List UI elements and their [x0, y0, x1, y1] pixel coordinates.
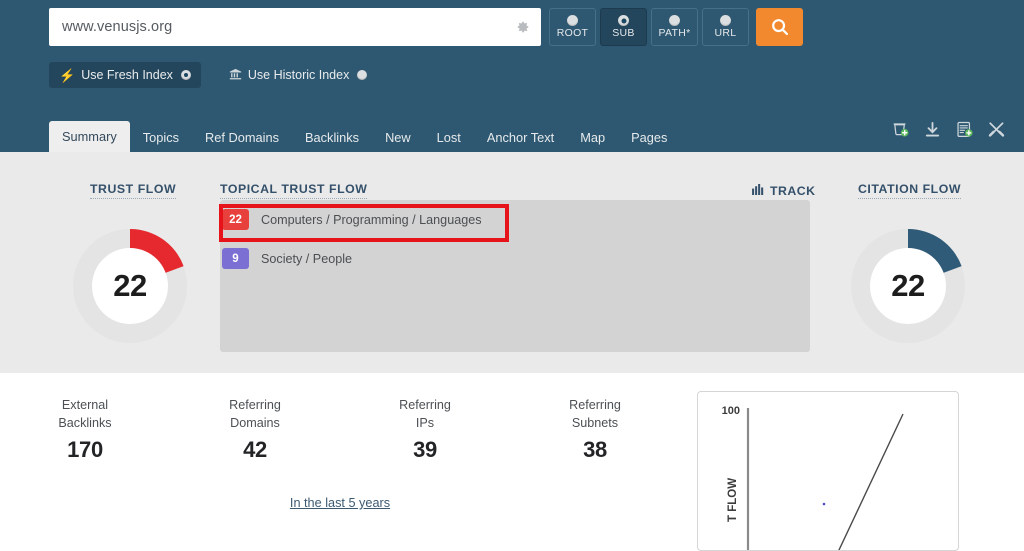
radio-dot-icon: [567, 15, 578, 27]
chart-y-tick-label: 100: [722, 405, 740, 417]
chart-data-point: [822, 502, 826, 506]
app-header: www.venusjs.org ROOT SUB PATH* URL ⚡ Use…: [0, 0, 1024, 152]
use-fresh-index-button[interactable]: ⚡ Use Fresh Index: [49, 62, 201, 88]
scope-option-label: PATH*: [658, 27, 691, 40]
topical-trust-flow-panel: 22 Computers / Programming / Languages 9…: [220, 200, 810, 352]
stat-label-line2: Backlinks: [58, 416, 112, 430]
radio-dot-icon: [180, 70, 191, 80]
stat-referring-subnets: Referring Subnets 38: [510, 396, 680, 463]
stat-value: 39: [413, 437, 437, 462]
add-report-icon[interactable]: [955, 120, 974, 139]
search-row: www.venusjs.org ROOT SUB PATH* URL: [49, 8, 803, 46]
radio-dot-icon: [669, 15, 680, 27]
radio-dot-icon: [720, 15, 731, 27]
scope-option-root[interactable]: ROOT: [549, 8, 596, 46]
trust-flow-value: 22: [113, 268, 147, 303]
citation-flow-value: 22: [891, 268, 925, 303]
index-mode-label: Use Fresh Index: [81, 68, 173, 82]
topic-name: Computers / Programming / Languages: [261, 212, 482, 227]
tab-summary[interactable]: Summary: [49, 121, 130, 152]
bank-icon: [229, 68, 242, 83]
tab-pages[interactable]: Pages: [618, 122, 680, 152]
url-input[interactable]: www.venusjs.org: [50, 19, 172, 35]
scope-option-label: ROOT: [556, 27, 589, 40]
topic-score-badge: 9: [222, 248, 249, 269]
stat-label-line2: Subnets: [571, 416, 619, 430]
tab-new[interactable]: New: [372, 122, 424, 152]
scope-option-path[interactable]: PATH*: [651, 8, 698, 46]
tab-topics[interactable]: Topics: [130, 122, 192, 152]
track-button[interactable]: TRACK: [752, 182, 816, 200]
trust-flow-title: TRUST FLOW: [90, 182, 177, 199]
stat-label-line2: Domains: [230, 416, 280, 430]
scope-option-label: URL: [714, 27, 737, 40]
track-label: TRACK: [770, 184, 816, 198]
in-the-last-5-years-link[interactable]: In the last 5 years: [0, 496, 680, 510]
chart-y-axis-label: T FLOW: [727, 478, 739, 522]
trust-flow-gauge: 22: [69, 225, 191, 347]
stat-label-line1: Referring: [399, 398, 451, 412]
download-icon[interactable]: [923, 120, 942, 139]
tab-backlinks[interactable]: Backlinks: [292, 122, 372, 152]
url-input-wrapper[interactable]: www.venusjs.org: [49, 8, 541, 46]
stat-referring-domains: Referring Domains 42: [170, 396, 340, 463]
index-mode-label: Use Historic Index: [247, 68, 350, 82]
index-mode-row: ⚡ Use Fresh Index Use Historic Index: [49, 62, 377, 88]
bar-chart-icon: [752, 182, 765, 200]
stat-value: 42: [243, 437, 267, 462]
topical-trust-flow-title: TOPICAL TRUST FLOW: [220, 182, 368, 199]
add-to-bucket-icon[interactable]: [891, 120, 910, 139]
tab-bar: Summary Topics Ref Domains Backlinks New…: [49, 121, 680, 152]
tools-icon[interactable]: [987, 120, 1006, 139]
tab-ref-domains[interactable]: Ref Domains: [192, 122, 292, 152]
topic-name: Society / People: [261, 251, 353, 266]
stat-label-line1: Referring: [569, 398, 621, 412]
citation-flow-title: CITATION FLOW: [858, 182, 961, 199]
radio-dot-icon: [618, 15, 629, 27]
radio-dot-icon: [357, 70, 368, 80]
scope-option-sub[interactable]: SUB: [600, 8, 647, 46]
gear-icon[interactable]: [516, 20, 530, 34]
stat-label-line1: Referring: [229, 398, 281, 412]
citation-flow-gauge: 22: [847, 225, 969, 347]
use-historic-index-button[interactable]: Use Historic Index: [219, 62, 377, 88]
stat-label-line1: External: [61, 398, 109, 412]
search-icon: [770, 17, 790, 37]
stat-label-line2: IPs: [415, 416, 435, 430]
scope-radio-group: ROOT SUB PATH* URL: [549, 8, 753, 46]
topic-row[interactable]: 9 Society / People: [222, 248, 352, 269]
search-button[interactable]: [756, 8, 803, 46]
scope-option-url[interactable]: URL: [702, 8, 749, 46]
topic-score-badge: 22: [222, 209, 249, 230]
topic-row[interactable]: 22 Computers / Programming / Languages: [222, 209, 482, 230]
tab-map[interactable]: Map: [567, 122, 618, 152]
stat-external-backlinks: External Backlinks 170: [0, 396, 170, 463]
tab-anchor-text[interactable]: Anchor Text: [474, 122, 567, 152]
stats-row: External Backlinks 170 Referring Domains…: [0, 396, 680, 463]
scope-option-label: SUB: [612, 27, 635, 40]
trust-flow-scatter-chart: 100 T FLOW: [697, 391, 959, 551]
chart-trendline: [838, 413, 904, 550]
stat-referring-ips: Referring IPs 39: [340, 396, 510, 463]
tab-lost[interactable]: Lost: [424, 122, 474, 152]
stat-value: 170: [67, 437, 103, 462]
header-tool-icons: [891, 120, 1006, 139]
lightning-bolt-icon: ⚡: [59, 67, 76, 83]
stat-value: 38: [583, 437, 607, 462]
